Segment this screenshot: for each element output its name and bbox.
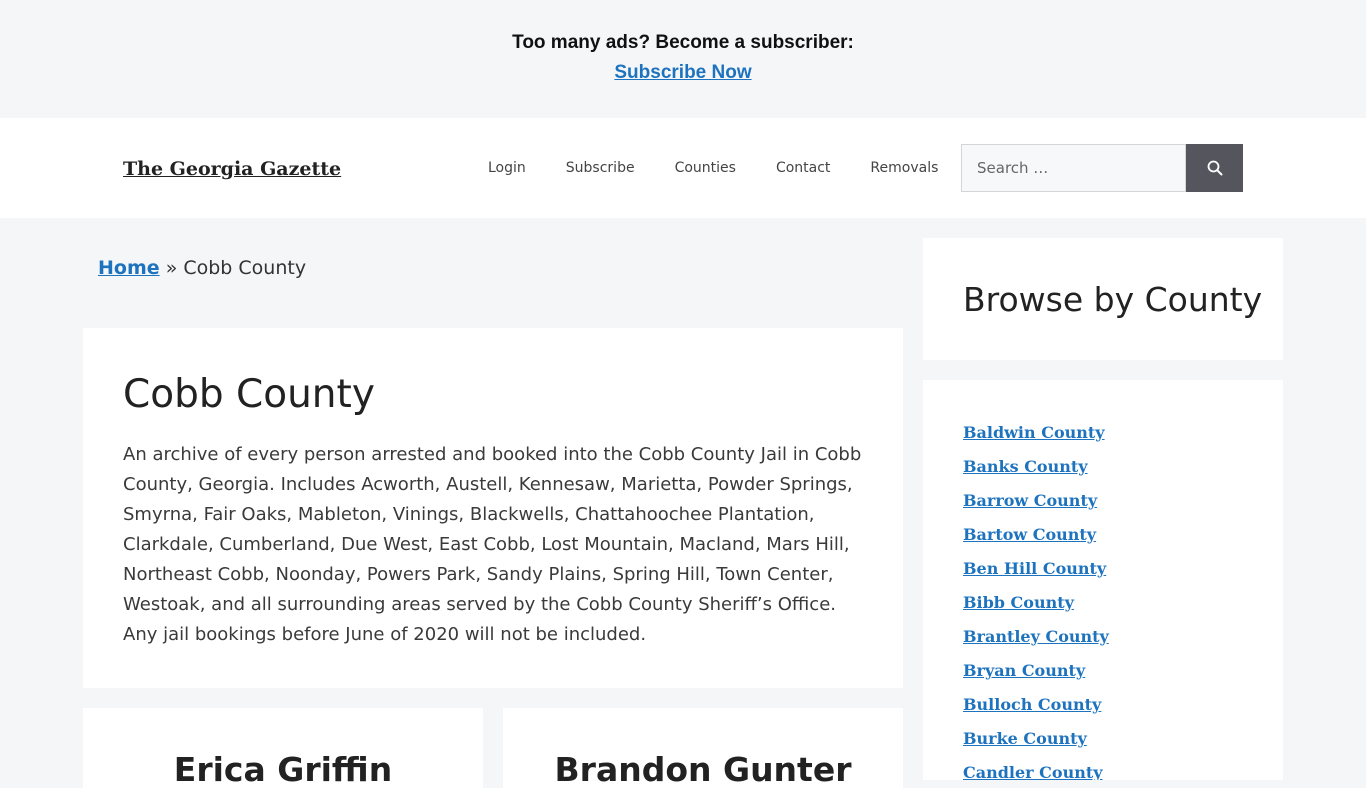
breadcrumb-current: Cobb County — [183, 257, 307, 279]
list-item: Brantley County — [963, 626, 1109, 660]
post-title[interactable]: Erica Griffin — [83, 750, 483, 788]
breadcrumb: Home » Cobb County — [98, 257, 306, 279]
site-header: The Georgia Gazette Login Subscribe Coun… — [0, 118, 1366, 218]
county-link[interactable]: Ben Hill County — [963, 559, 1106, 578]
county-intro-card: Cobb County An archive of every person a… — [83, 328, 903, 688]
sidebar-title-widget: Browse by County — [923, 238, 1283, 360]
main-nav: Login Subscribe Counties Contact Removal… — [468, 160, 958, 176]
list-item: Banks County — [963, 456, 1109, 490]
county-link[interactable]: Burke County — [963, 729, 1087, 748]
list-item: Ben Hill County — [963, 558, 1109, 592]
county-link[interactable]: Baldwin County — [963, 423, 1105, 442]
list-item: Bartow County — [963, 524, 1109, 558]
sidebar-title: Browse by County — [963, 280, 1263, 319]
search-input[interactable] — [961, 144, 1186, 192]
breadcrumb-separator: » — [165, 257, 178, 279]
post-card[interactable]: Erica Griffin — [83, 708, 483, 788]
post-card[interactable]: Brandon Gunter — [503, 708, 903, 788]
list-item: Bibb County — [963, 592, 1109, 626]
page-title: Cobb County — [123, 372, 375, 417]
nav-subscribe[interactable]: Subscribe — [566, 160, 635, 176]
search-button[interactable] — [1186, 144, 1243, 192]
nav-contact[interactable]: Contact — [776, 160, 830, 176]
search-icon — [1207, 160, 1222, 176]
list-item: Barrow County — [963, 490, 1109, 524]
nav-removals[interactable]: Removals — [870, 160, 938, 176]
list-item: Baldwin County — [963, 422, 1109, 456]
list-item: Bryan County — [963, 660, 1109, 694]
county-link[interactable]: Bibb County — [963, 593, 1074, 612]
county-link[interactable]: Bryan County — [963, 661, 1085, 680]
subscriber-banner: Too many ads? Become a subscriber: Subsc… — [0, 0, 1366, 118]
county-link[interactable]: Banks County — [963, 457, 1088, 476]
county-link[interactable]: Barrow County — [963, 491, 1097, 510]
county-list-widget: Baldwin County Banks County Barrow Count… — [923, 380, 1283, 780]
county-link[interactable]: Brantley County — [963, 627, 1109, 646]
county-link[interactable]: Bartow County — [963, 525, 1096, 544]
list-item: Bulloch County — [963, 694, 1109, 728]
subscribe-now-link[interactable]: Subscribe Now — [614, 62, 751, 83]
list-item: Burke County — [963, 728, 1109, 762]
post-title[interactable]: Brandon Gunter — [503, 750, 903, 788]
site-title-link[interactable]: The Georgia Gazette — [123, 158, 341, 180]
breadcrumb-home-link[interactable]: Home — [98, 257, 160, 279]
nav-counties[interactable]: Counties — [675, 160, 736, 176]
banner-link-wrap: Subscribe Now — [0, 62, 1366, 84]
county-list: Baldwin County Banks County Barrow Count… — [963, 422, 1109, 780]
county-link[interactable]: Candler County — [963, 763, 1103, 780]
county-link[interactable]: Bulloch County — [963, 695, 1101, 714]
county-description: An archive of every person arrested and … — [123, 444, 862, 645]
nav-login[interactable]: Login — [488, 160, 526, 176]
list-item: Candler County — [963, 762, 1109, 780]
banner-text: Too many ads? Become a subscriber: — [512, 32, 854, 53]
